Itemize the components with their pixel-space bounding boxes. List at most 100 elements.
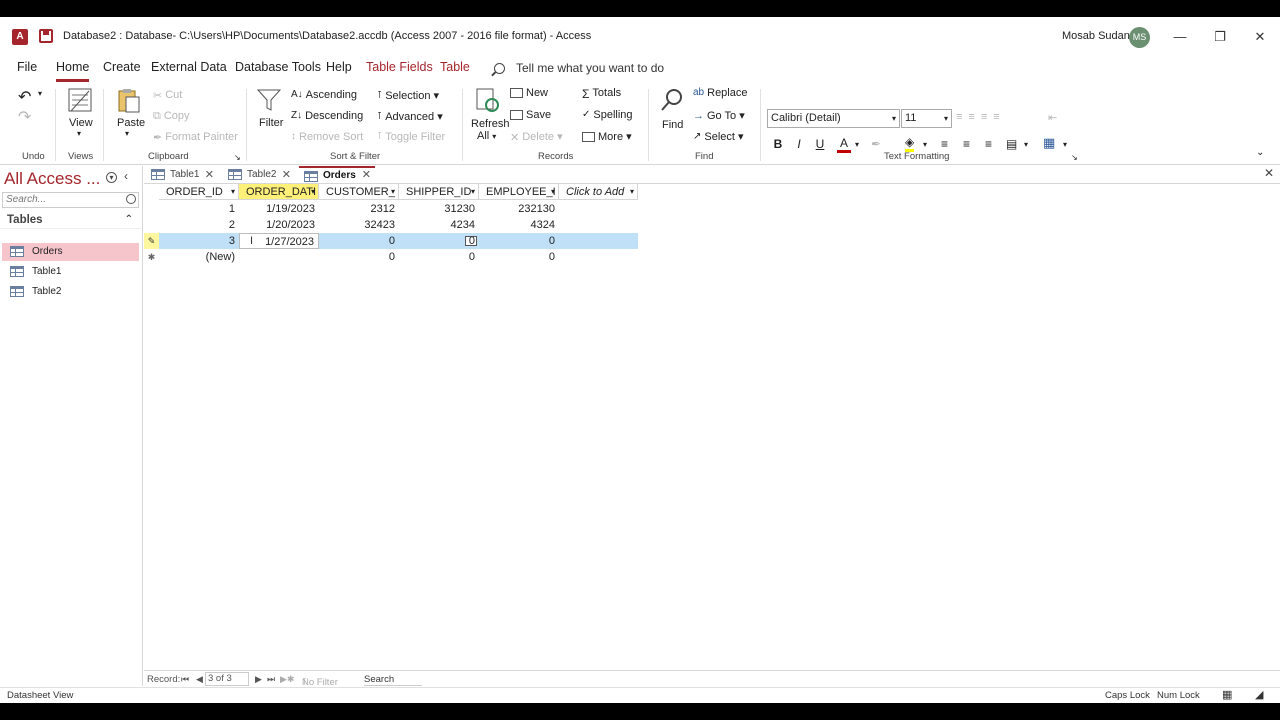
- tab-home[interactable]: Home: [56, 60, 90, 82]
- column-dropdown-icon[interactable]: ▾: [311, 184, 315, 199]
- ascending-button[interactable]: A↓ Ascending: [291, 89, 357, 101]
- pencil-edit-icon[interactable]: ✎: [144, 233, 159, 249]
- paste-dropdown-icon[interactable]: ▾: [125, 129, 129, 138]
- shutter-bar-close-icon[interactable]: ‹: [124, 169, 128, 183]
- undo-dropdown-icon[interactable]: ▾: [38, 89, 42, 98]
- datasheet-view-toggle-icon[interactable]: ▦: [1222, 688, 1232, 701]
- tab-external-data[interactable]: External Data: [151, 60, 227, 74]
- column-dropdown-icon[interactable]: ▾: [231, 184, 235, 199]
- view-dropdown-icon[interactable]: ▾: [77, 129, 81, 138]
- descending-button[interactable]: Z↓ Descending: [291, 110, 363, 122]
- tab-file[interactable]: File: [17, 60, 37, 74]
- doc-tab-table2[interactable]: Table2 ✕: [223, 166, 295, 184]
- cell-shipper-id[interactable]: 0: [399, 233, 479, 249]
- new-record-asterisk-icon[interactable]: ✱: [144, 249, 159, 265]
- cell-employee[interactable]: 0: [479, 233, 559, 249]
- filter-button[interactable]: Filter: [259, 117, 283, 129]
- tab-table[interactable]: Table: [440, 60, 470, 74]
- record-position-input[interactable]: 3 of 3: [205, 672, 249, 686]
- paste-button[interactable]: Paste: [117, 117, 145, 129]
- alternate-row-color-icon[interactable]: ▤: [1006, 137, 1017, 151]
- refresh-all-button[interactable]: Refresh: [471, 118, 510, 130]
- cell-shipper-id[interactable]: 31230: [399, 201, 479, 217]
- fill-color-icon[interactable]: ◈: [905, 135, 915, 152]
- text-formatting-launcher-icon[interactable]: ↘: [1071, 153, 1078, 162]
- totals-button[interactable]: Σ Totals: [582, 87, 621, 101]
- new-empty-record-icon[interactable]: ▶✱: [280, 674, 294, 685]
- fill-color-dropdown-icon[interactable]: ▾: [923, 140, 927, 149]
- alternate-row-dropdown-icon[interactable]: ▾: [1024, 140, 1028, 149]
- filter-icon[interactable]: [256, 87, 282, 113]
- selection-button[interactable]: ⊺ Selection ▾: [377, 89, 439, 102]
- bold-button[interactable]: B: [771, 137, 785, 151]
- tables-group-header[interactable]: Tables ⌃: [0, 211, 141, 229]
- advanced-button[interactable]: ⊺ Advanced ▾: [377, 110, 443, 123]
- table-row-new[interactable]: ✱ (New) 0 0 0: [144, 249, 638, 265]
- cell-customer[interactable]: 0: [319, 233, 399, 249]
- cell-order-id[interactable]: (New): [159, 249, 239, 265]
- nav-item-table1[interactable]: Table1: [2, 263, 139, 281]
- table-row[interactable]: 1 1/19/2023 2312 31230 232130: [144, 201, 638, 217]
- design-view-toggle-icon[interactable]: ◢: [1255, 688, 1263, 701]
- table-row[interactable]: 2 1/20/2023 32423 4234 4324: [144, 217, 638, 233]
- paste-icon[interactable]: [116, 87, 142, 113]
- tab-database-tools[interactable]: Database Tools: [235, 60, 321, 74]
- row-selector[interactable]: [144, 217, 159, 233]
- doc-tab-table1[interactable]: Table1 ✕: [146, 166, 218, 184]
- chevron-up-icon[interactable]: ⌃: [125, 211, 133, 229]
- user-name[interactable]: Mosab Sudan: [1062, 30, 1130, 42]
- tell-me-search[interactable]: Tell me what you want to do: [516, 61, 664, 75]
- column-dropdown-icon[interactable]: ▾: [391, 184, 395, 199]
- view-button[interactable]: View: [69, 117, 93, 129]
- column-dropdown-icon[interactable]: ▾: [630, 184, 634, 199]
- align-left-icon[interactable]: ≡: [941, 137, 948, 151]
- column-header-employee[interactable]: EMPLOYEE_I ▾: [479, 184, 559, 200]
- column-header-customer[interactable]: CUSTOMER_ ▾: [319, 184, 399, 200]
- first-record-icon[interactable]: ⏮: [181, 674, 189, 685]
- close-document-icon[interactable]: ✕: [1264, 166, 1274, 180]
- undo-icon[interactable]: ↶: [18, 87, 31, 107]
- tab-help[interactable]: Help: [326, 60, 352, 74]
- table-row-current[interactable]: ✎ 3 1/27/2023 I 0 0 0: [144, 233, 638, 249]
- nav-pane-title[interactable]: All Access ...: [4, 169, 100, 189]
- save-icon[interactable]: [39, 29, 53, 43]
- find-button[interactable]: Find: [662, 119, 683, 131]
- goto-button[interactable]: → Go To ▾: [693, 109, 745, 122]
- column-header-shipper-id[interactable]: SHIPPER_ID ▾: [399, 184, 479, 200]
- spelling-button[interactable]: ✓ Spelling: [582, 109, 633, 121]
- next-record-icon[interactable]: ▶: [255, 674, 262, 685]
- align-center-icon[interactable]: ≡: [963, 137, 970, 151]
- column-header-order-date[interactable]: ORDER_DATI ▾: [239, 184, 319, 200]
- refresh-all-label[interactable]: All ▾: [477, 130, 496, 142]
- cell-customer[interactable]: 2312: [319, 201, 399, 217]
- more-button[interactable]: More ▾: [582, 130, 632, 143]
- cell-customer[interactable]: 0: [319, 249, 399, 265]
- avatar[interactable]: MS: [1129, 27, 1150, 48]
- cell-employee[interactable]: 4324: [479, 217, 559, 233]
- cell-order-date[interactable]: 1/20/2023: [239, 217, 319, 233]
- italic-button[interactable]: I: [792, 137, 806, 151]
- cell-shipper-id[interactable]: 4234: [399, 217, 479, 233]
- gridlines-dropdown-icon[interactable]: ▾: [1063, 140, 1067, 149]
- gridlines-icon[interactable]: ▦: [1043, 135, 1055, 151]
- last-record-icon[interactable]: ⏭: [267, 674, 275, 685]
- column-header-order-id[interactable]: ORDER_ID ▾: [159, 184, 239, 200]
- cell-order-id[interactable]: 2: [159, 217, 239, 233]
- cell-order-date[interactable]: [239, 249, 319, 265]
- nav-menu-icon[interactable]: ▾: [106, 172, 117, 183]
- cell-customer[interactable]: 32423: [319, 217, 399, 233]
- cell-employee[interactable]: 0: [479, 249, 559, 265]
- close-tab-icon[interactable]: ✕: [282, 166, 291, 184]
- click-to-add-column[interactable]: Click to Add ▾: [559, 184, 638, 200]
- replace-button[interactable]: ab Replace: [693, 87, 747, 99]
- minimize-icon[interactable]: —: [1170, 27, 1190, 47]
- cell-employee[interactable]: 232130: [479, 201, 559, 217]
- close-tab-icon[interactable]: ✕: [362, 168, 371, 183]
- datasheet-view-icon[interactable]: [67, 87, 93, 113]
- refresh-icon[interactable]: [474, 87, 500, 113]
- select-button[interactable]: ↗ Select ▾: [693, 130, 744, 143]
- tab-create[interactable]: Create: [103, 60, 141, 74]
- find-icon[interactable]: [659, 87, 685, 113]
- font-name-select[interactable]: Calibri (Detail) ▾: [767, 109, 900, 128]
- search-icon[interactable]: [494, 63, 505, 74]
